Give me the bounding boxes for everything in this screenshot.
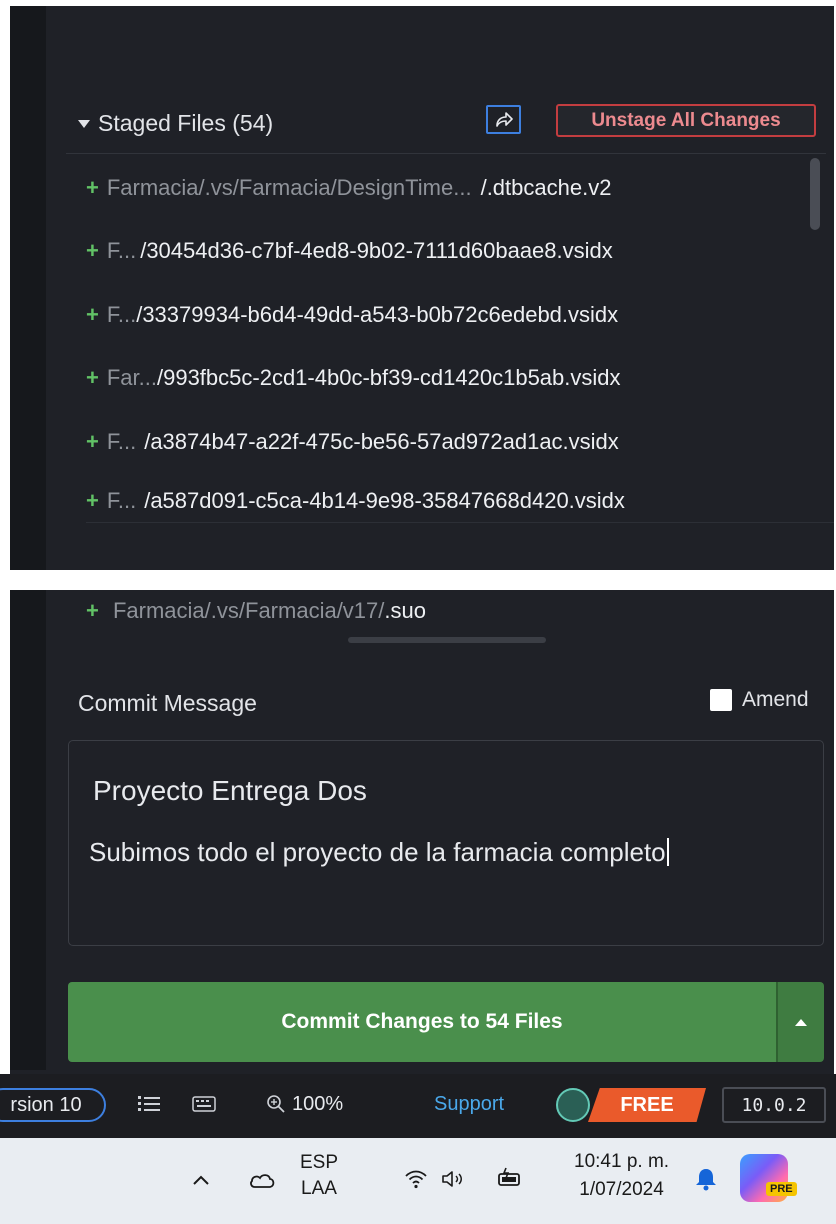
staged-file-list: + Farmacia/.vs/Farmacia/DesignTime... /.…	[66, 156, 810, 570]
added-plus-icon: +	[86, 301, 99, 327]
language-code: ESP	[300, 1152, 339, 1173]
left-sidebar-strip	[10, 6, 46, 570]
share-button[interactable]	[486, 105, 521, 134]
input-language-indicator[interactable]: ESP LAA	[300, 1150, 338, 1202]
file-row[interactable]: + Far... /993fbc5c-2cd1-4b0c-bf39-cd1420…	[66, 347, 810, 411]
commit-description-input[interactable]: Subimos todo el proyecto de la farmacia …	[89, 837, 669, 868]
share-icon	[495, 111, 513, 127]
collapse-caret-icon[interactable]	[78, 119, 90, 128]
added-plus-icon: +	[86, 238, 99, 264]
added-plus-icon: +	[86, 365, 99, 391]
version-pill[interactable]: rsion 10	[0, 1088, 106, 1122]
added-plus-icon: +	[86, 428, 99, 454]
list-icon[interactable]	[138, 1094, 160, 1114]
gitkraken-icon[interactable]	[556, 1088, 590, 1122]
panel-resize-handle[interactable]	[348, 637, 546, 643]
file-row[interactable]: + Farmacia/.vs/Farmacia/v17/.suo	[86, 598, 426, 624]
chevron-up-icon	[795, 1018, 807, 1026]
status-bar: rsion 10 100% Support FREE 10.0.2	[0, 1074, 836, 1138]
taskbar-tray: ESP LAA 10:41 p. m. 1/07/2024 PRE	[0, 1138, 836, 1224]
preview-label: PRE	[766, 1182, 797, 1196]
keyboard-icon[interactable]	[192, 1096, 216, 1112]
cloud-icon[interactable]	[248, 1170, 276, 1190]
clock-time: 10:41 p. m.	[574, 1151, 670, 1172]
amend-checkbox[interactable]	[710, 689, 732, 711]
battery-icon[interactable]	[496, 1165, 524, 1191]
divider	[66, 153, 826, 154]
commit-options-button[interactable]	[776, 982, 824, 1062]
unstage-all-button[interactable]: Unstage All Changes	[556, 104, 816, 137]
file-row[interactable]: + F... /a3874b47-a22f-475c-be56-57ad972a…	[66, 410, 810, 474]
plan-badge[interactable]: FREE	[588, 1088, 706, 1122]
commit-summary-input[interactable]: Proyecto Entrega Dos	[93, 775, 367, 807]
keyboard-layout: LAA	[301, 1178, 337, 1199]
file-row[interactable]: + F... /30454d36-c7bf-4ed8-9b02-7111d60b…	[66, 220, 810, 284]
commit-changes-button[interactable]: Commit Changes to 54 Files	[68, 982, 776, 1062]
added-plus-icon: +	[86, 174, 99, 200]
amend-toggle[interactable]: Amend	[710, 688, 809, 712]
left-sidebar-strip	[10, 590, 46, 1070]
clock-date: 1/07/2024	[579, 1179, 664, 1200]
amend-label: Amend	[742, 688, 809, 711]
added-plus-icon: +	[86, 488, 99, 514]
zoom-level[interactable]: 100%	[292, 1093, 343, 1116]
commit-description-text: Subimos todo el proyecto de la farmacia …	[89, 837, 666, 867]
text-cursor	[666, 838, 669, 866]
file-list-scrollbar[interactable]	[810, 158, 820, 230]
staged-files-section-header[interactable]: Staged Files (54)	[78, 110, 273, 137]
commit-message-label: Commit Message	[78, 690, 257, 716]
speaker-icon[interactable]	[440, 1169, 468, 1189]
added-plus-icon: +	[86, 598, 99, 623]
app-version[interactable]: 10.0.2	[722, 1087, 826, 1123]
staged-files-panel: Staged Files (54) Unstage All Changes + …	[10, 6, 834, 570]
clock[interactable]: 10:41 p. m. 1/07/2024	[574, 1148, 669, 1204]
file-row[interactable]: + F... /a587d091-c5ca-4b14-9e98-35847668…	[66, 470, 810, 534]
staged-files-title: Staged Files (54)	[98, 110, 274, 136]
show-hidden-icons-icon[interactable]	[192, 1174, 210, 1186]
divider	[86, 522, 834, 523]
commit-message-box[interactable]: Proyecto Entrega Dos Subimos todo el pro…	[68, 740, 824, 946]
file-row[interactable]: + F... /33379934-b6d4-49dd-a543-b0b72c6e…	[66, 283, 810, 347]
commit-panel: + Farmacia/.vs/Farmacia/v17/.suo Commit …	[10, 590, 834, 1074]
file-row[interactable]: + Farmacia/.vs/Farmacia/DesignTime... /.…	[66, 156, 810, 220]
bell-icon[interactable]	[694, 1166, 718, 1192]
support-link[interactable]: Support	[434, 1093, 504, 1116]
zoom-icon[interactable]	[266, 1094, 286, 1114]
wifi-icon[interactable]	[404, 1168, 428, 1190]
